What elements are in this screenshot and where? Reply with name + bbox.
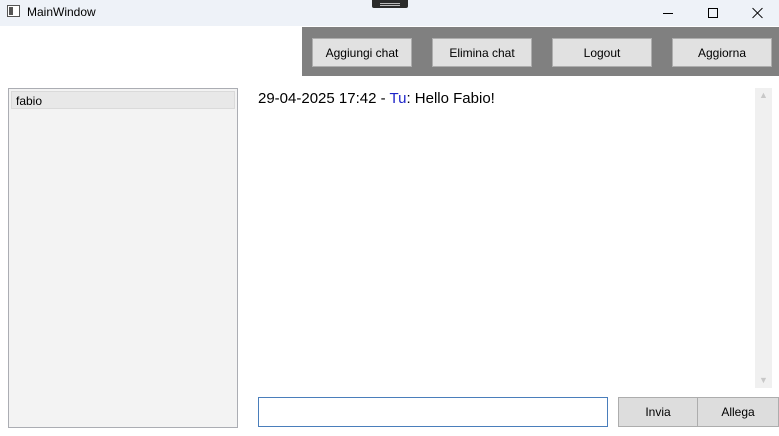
title-bar: MainWindow bbox=[0, 0, 779, 26]
chat-list-item[interactable]: fabio bbox=[11, 91, 235, 109]
message-text: Hello Fabio! bbox=[414, 90, 495, 107]
refresh-button[interactable]: Aggiorna bbox=[672, 38, 772, 67]
close-icon bbox=[752, 7, 764, 19]
message-line: 29-04-2025 17:42 - Tu: Hello Fabio! bbox=[258, 90, 747, 107]
minimize-button[interactable] bbox=[645, 0, 691, 26]
message-input[interactable] bbox=[258, 397, 608, 427]
message-colon: : bbox=[406, 90, 415, 107]
close-button[interactable] bbox=[735, 0, 779, 26]
maximize-icon bbox=[708, 8, 718, 18]
message-area[interactable]: 29-04-2025 17:42 - Tu: Hello Fabio! bbox=[250, 88, 755, 388]
message-scrollbar[interactable]: ▲ ▼ bbox=[755, 88, 772, 388]
send-button[interactable]: Invia bbox=[618, 397, 698, 427]
attach-button[interactable]: Allega bbox=[697, 397, 779, 427]
toolbar: Aggiungi chat Elimina chat Logout Aggior… bbox=[302, 27, 779, 76]
message-separator: - bbox=[376, 90, 390, 107]
scroll-up-arrow-icon[interactable]: ▲ bbox=[759, 91, 768, 100]
window-title: MainWindow bbox=[27, 5, 96, 19]
minimize-icon bbox=[663, 12, 673, 14]
maximize-button[interactable] bbox=[690, 0, 736, 26]
chat-list[interactable]: fabio bbox=[8, 88, 238, 428]
app-window-icon bbox=[7, 5, 20, 17]
delete-chat-button[interactable]: Elimina chat bbox=[432, 38, 532, 67]
logout-button[interactable]: Logout bbox=[552, 38, 652, 67]
message-timestamp: 29-04-2025 17:42 bbox=[258, 90, 377, 107]
scroll-down-arrow-icon[interactable]: ▼ bbox=[759, 376, 768, 385]
snap-layout-handle[interactable] bbox=[372, 0, 408, 8]
add-chat-button[interactable]: Aggiungi chat bbox=[312, 38, 412, 67]
message-sender: Tu bbox=[389, 90, 407, 107]
